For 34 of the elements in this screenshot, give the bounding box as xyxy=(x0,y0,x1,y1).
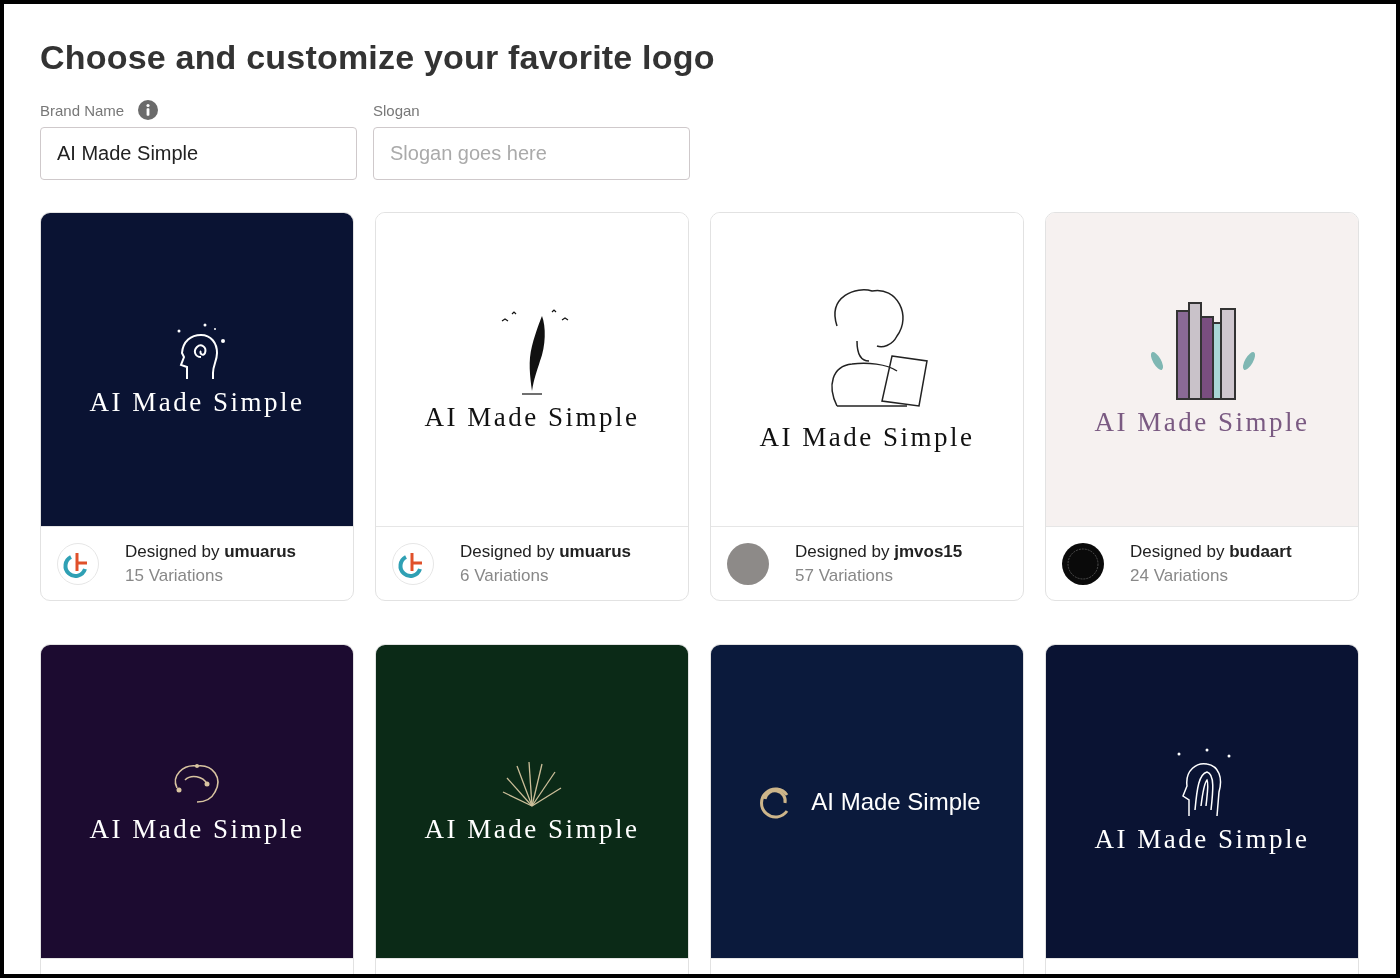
designer-avatar-icon xyxy=(57,542,99,585)
logo-wordmark: AI Made Simple xyxy=(424,402,640,433)
logo-wordmark: AI Made Simple xyxy=(424,814,640,845)
logo-card[interactable]: AI Made Simple Designed by jmvos15 57 Variations xyxy=(710,212,1024,601)
logo-card[interactable]: AI Made Simple xyxy=(40,644,354,974)
avatar-photo-placeholder xyxy=(727,542,769,585)
variations-count: 57 Variations xyxy=(795,565,894,586)
logo-card[interactable]: AI Made Simple Designed by budaart 24 Variations xyxy=(1045,212,1359,601)
variations-count: 6 Variations xyxy=(460,565,550,586)
logo-wordmark: AI Made Simple xyxy=(811,787,981,816)
logo-wordmark: AI Made Simple xyxy=(89,387,305,418)
designer-credit: Designed by budaart xyxy=(1130,541,1292,562)
text-field[interactable]: AI Made Simple xyxy=(40,127,357,180)
info-icon[interactable] xyxy=(138,100,159,120)
page-title: Choose and customize your favorite logo xyxy=(40,38,716,77)
field-label: Slogan xyxy=(373,101,420,119)
logo-card[interactable]: AI Made Simple Designed by umuarus 15 Variations xyxy=(40,212,354,601)
logo-card[interactable]: AI Made Simple xyxy=(1045,644,1359,974)
logo-wordmark: AI Made Simple xyxy=(1094,824,1310,855)
text-field[interactable]: Slogan goes here xyxy=(373,127,690,180)
logo-card[interactable]: AI Made Simple xyxy=(375,644,689,974)
logo-wordmark: AI Made Simple xyxy=(1094,407,1310,438)
field-label: Brand Name xyxy=(40,101,125,119)
designer-avatar-icon xyxy=(1062,542,1104,585)
logo-wordmark: AI Made Simple xyxy=(759,422,975,453)
logo-card[interactable]: AI Made Simple xyxy=(710,644,1024,974)
designer-avatar-icon xyxy=(392,542,434,585)
logo-wordmark: AI Made Simple xyxy=(89,814,305,845)
variations-count: 24 Variations xyxy=(1130,565,1229,586)
designer-credit: Designed by umuarus xyxy=(460,541,632,562)
designer-credit: Designed by jmvos15 xyxy=(795,541,963,562)
logo-card[interactable]: AI Made Simple Designed by umuarus 6 Variations xyxy=(375,212,689,601)
designer-credit: Designed by umuarus xyxy=(125,541,297,562)
variations-count: 15 Variations xyxy=(125,565,224,586)
